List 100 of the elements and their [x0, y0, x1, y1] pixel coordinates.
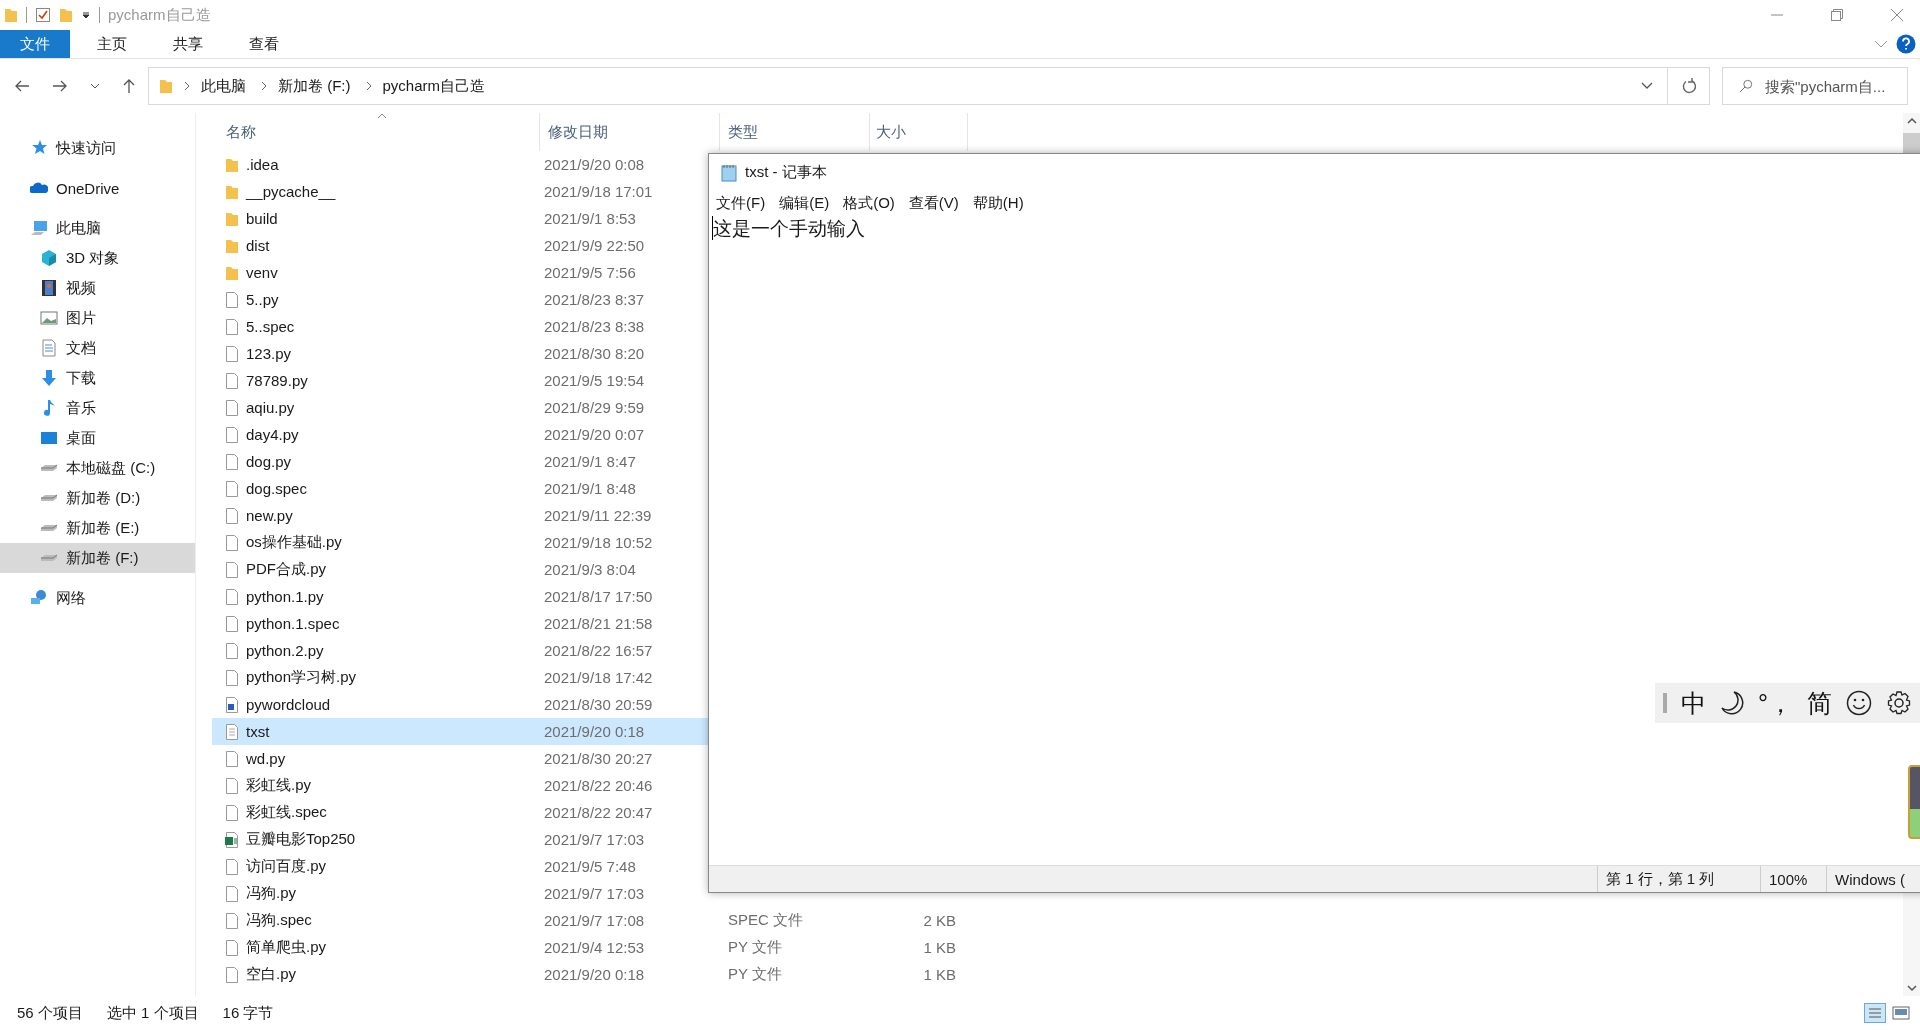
date-cell-text: 2021/9/11 22:39	[543, 507, 653, 524]
date-cell-text: 2021/8/30 20:27	[543, 750, 654, 767]
nav-item[interactable]: 本地磁盘 (C:)	[0, 453, 195, 483]
dropdown-icon[interactable]	[81, 10, 91, 20]
file-row[interactable]: venv 2021/9/5 7:56	[212, 259, 708, 286]
column-header[interactable]: 类型	[720, 113, 870, 151]
file-icon	[224, 398, 240, 417]
file-row[interactable]: 豆瓣电影Top250 2021/9/7 17:03	[212, 826, 708, 853]
nav-item[interactable]: 新加卷 (E:)	[0, 513, 195, 543]
file-row[interactable]: day4.py 2021/9/20 0:07	[212, 421, 708, 448]
file-row[interactable]: 5..spec 2021/8/23 8:38	[212, 313, 708, 340]
file-name: day4.py	[246, 426, 299, 443]
nav-item[interactable]: 下载	[0, 363, 195, 393]
address-bar[interactable]: 此电脑 新加卷 (F:) pycharm自己造	[148, 67, 1668, 105]
file-row[interactable]: 5..py 2021/8/23 8:37	[212, 286, 708, 313]
nav-item[interactable]: 此电脑	[0, 213, 195, 243]
chevron-right-icon[interactable]	[364, 81, 373, 91]
file-row[interactable]: new.py 2021/9/11 22:39	[212, 502, 708, 529]
file-row[interactable]: dog.spec 2021/9/1 8:48	[212, 475, 708, 502]
file-row[interactable]: 空白.py 2021/9/20 0:18 PY 文件 1 KB	[212, 961, 960, 988]
dropdown-icon[interactable]	[1641, 82, 1653, 90]
file-name: 豆瓣电影Top250	[246, 830, 356, 849]
smiley-icon[interactable]	[1846, 690, 1872, 716]
column-header[interactable]: 大小	[870, 113, 968, 151]
ime-button[interactable]: 简	[1807, 686, 1832, 720]
file-row[interactable]: __pycache__ 2021/9/18 17:01	[212, 178, 708, 205]
column-header[interactable]: 修改日期	[540, 113, 720, 151]
settings-icon[interactable]	[1886, 690, 1912, 716]
scroll-thumb[interactable]	[1903, 133, 1920, 155]
file-row[interactable]: txst 2021/9/20 0:18	[212, 718, 708, 745]
forward-arrow-icon[interactable]	[52, 79, 68, 93]
refresh-button[interactable]	[1668, 67, 1710, 105]
column-header[interactable]: 名称	[220, 113, 540, 151]
breadcrumb-item[interactable]: pycharm自己造	[382, 76, 486, 96]
file-row[interactable]: python.1.py 2021/8/17 17:50	[212, 583, 708, 610]
file-row[interactable]: 访问百度.py 2021/9/5 7:48	[212, 853, 708, 880]
nav-item[interactable]: 文档	[0, 333, 195, 363]
file-name: python.1.py	[246, 588, 324, 605]
scroll-up-icon[interactable]	[1906, 117, 1917, 125]
properties-icon[interactable]	[35, 7, 51, 23]
search-field[interactable]: 搜索"pycharm自...	[1722, 67, 1908, 105]
file-row[interactable]: dog.py 2021/9/1 8:47	[212, 448, 708, 475]
file-icon	[224, 533, 240, 552]
file-row[interactable]: python学习树.py 2021/9/18 17:42	[212, 664, 708, 691]
file-row[interactable]: 冯狗.py 2021/9/7 17:03	[212, 880, 708, 907]
menu-item[interactable]: 帮助(H)	[972, 194, 1024, 213]
ribbon-tab[interactable]: 文件	[0, 30, 70, 58]
file-row[interactable]: build 2021/9/1 8:53	[212, 205, 708, 232]
nav-item[interactable]: 音乐	[0, 393, 195, 423]
breadcrumb-item[interactable]: 新加卷 (F:)	[278, 76, 351, 96]
file-row[interactable]: 简单爬虫.py 2021/9/4 12:53 PY 文件 1 KB	[212, 934, 960, 961]
size-cell-text: 1 KB	[922, 966, 956, 983]
nav-item[interactable]: 3D 对象	[0, 243, 195, 273]
file-row[interactable]: 冯狗.spec 2021/9/7 17:08 SPEC 文件 2 KB	[212, 907, 960, 934]
moon-icon[interactable]	[1720, 690, 1744, 716]
close-icon[interactable]	[1890, 8, 1904, 22]
help-icon[interactable]	[1896, 34, 1916, 54]
file-row[interactable]: .idea 2021/9/20 0:08	[212, 151, 708, 178]
menu-item[interactable]: 查看(V)	[908, 194, 959, 213]
scroll-down-icon[interactable]	[1906, 984, 1917, 992]
restore-icon[interactable]	[1830, 8, 1844, 22]
nav-item[interactable]: 视频	[0, 273, 195, 303]
file-row[interactable]: 123.py 2021/8/30 8:20	[212, 340, 708, 367]
back-arrow-icon[interactable]	[14, 79, 30, 93]
menu-item[interactable]: 格式(O)	[843, 194, 895, 213]
nav-item[interactable]: 网络	[0, 583, 195, 613]
file-name: PDF合成.py	[246, 560, 326, 579]
chevron-right-icon[interactable]	[260, 81, 268, 91]
ribbon-tab[interactable]: 主页	[78, 30, 146, 58]
nav-item[interactable]: OneDrive	[0, 173, 195, 203]
large-icons-view-icon[interactable]	[1892, 1005, 1910, 1021]
file-row[interactable]: aqiu.py 2021/8/29 9:59	[212, 394, 708, 421]
file-name: 5..spec	[246, 318, 295, 335]
file-row[interactable]: 彩虹线.py 2021/8/22 20:46	[212, 772, 708, 799]
chevron-right-icon[interactable]	[183, 81, 191, 91]
file-row[interactable]: python.1.spec 2021/8/21 21:58	[212, 610, 708, 637]
recent-dropdown-icon[interactable]	[90, 82, 100, 90]
file-row[interactable]: wd.py 2021/8/30 20:27	[212, 745, 708, 772]
file-row[interactable]: PDF合成.py 2021/9/3 8:04	[212, 556, 708, 583]
file-row[interactable]: python.2.py 2021/8/22 16:57	[212, 637, 708, 664]
ime-button[interactable]: 中	[1681, 686, 1706, 720]
ribbon-tab[interactable]: 查看	[230, 30, 298, 58]
file-row[interactable]: 彩虹线.spec 2021/8/22 20:47	[212, 799, 708, 826]
nav-item[interactable]: 桌面	[0, 423, 195, 453]
menu-item[interactable]: 编辑(E)	[779, 194, 830, 213]
nav-item[interactable]: 快速访问	[0, 133, 195, 163]
menu-item[interactable]: 文件(F)	[716, 194, 766, 213]
file-row[interactable]: os操作基础.py 2021/9/18 10:52	[212, 529, 708, 556]
breadcrumb-item[interactable]: 此电脑	[201, 76, 246, 96]
nav-item[interactable]: 图片	[0, 303, 195, 333]
up-arrow-icon[interactable]	[122, 78, 136, 94]
ribbon-tab[interactable]: 共享	[154, 30, 222, 58]
nav-item[interactable]: 新加卷 (F:)	[0, 543, 195, 573]
file-row[interactable]: dist 2021/9/9 22:50	[212, 232, 708, 259]
chevron-down-icon[interactable]	[1874, 39, 1888, 49]
file-row[interactable]: pywordcloud 2021/8/30 20:59	[212, 691, 708, 718]
refresh-icon[interactable]	[1680, 78, 1697, 94]
file-row[interactable]: 78789.py 2021/9/5 19:54	[212, 367, 708, 394]
ime-button[interactable]: °，	[1758, 686, 1793, 720]
nav-item[interactable]: 新加卷 (D:)	[0, 483, 195, 513]
